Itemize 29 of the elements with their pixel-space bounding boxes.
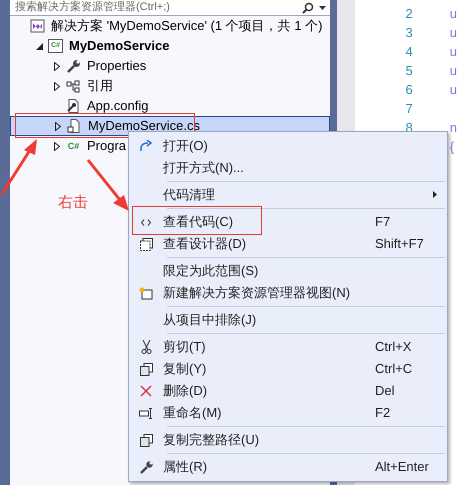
tree-item-label: 解决方案 'MyDemoService' (1 个项目，共 1 个) (51, 17, 322, 36)
line-number: 7 (404, 100, 413, 118)
search-placeholder: 搜索解决方案资源管理器(Ctrl+;) (15, 1, 171, 14)
shortcut-label: Shift+F7 (375, 235, 424, 254)
tree-item-label: App.config (87, 97, 148, 116)
line-number: 2 (404, 4, 413, 23)
shortcut-label: Ctrl+X (375, 338, 412, 356)
tree-item-label: Progra (87, 137, 126, 156)
tree-item-label: MyDemoService (69, 37, 170, 56)
line-number: 3 (404, 24, 413, 42)
code-text: u (450, 42, 457, 61)
line-number: 6 (404, 80, 413, 99)
code-text: { (450, 138, 454, 156)
code-text: u (450, 4, 457, 23)
shortcut-label: F7 (375, 213, 390, 232)
line-number: 4 (404, 42, 413, 61)
class-file-icon: C# (66, 139, 81, 153)
code-text: u (450, 80, 457, 99)
shortcut-label: Alt+Enter (375, 458, 429, 476)
code-text: u (450, 62, 457, 80)
shortcut-label: F2 (375, 404, 390, 422)
shortcut-label: Ctrl+C (375, 360, 412, 378)
tree-item-label: 引用 (87, 77, 113, 96)
tree-item-label: Properties (87, 57, 146, 76)
code-text: n (450, 118, 457, 137)
shortcut-label: Del (375, 382, 395, 400)
code-text: u (450, 24, 457, 42)
annotation-label: 右击 (58, 193, 88, 213)
line-number: 5 (404, 62, 413, 80)
